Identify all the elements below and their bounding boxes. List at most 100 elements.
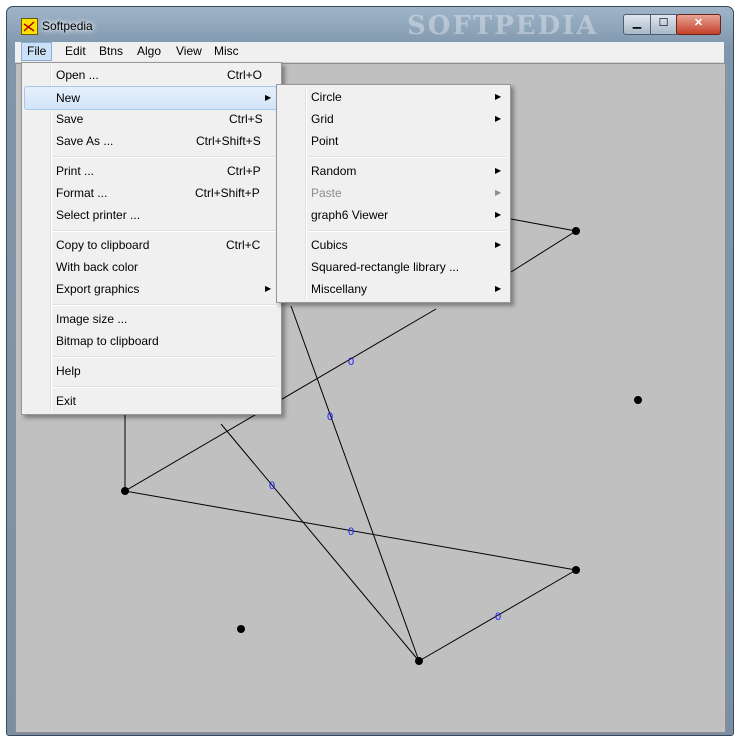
graph-app-icon[interactable] <box>21 18 38 35</box>
graph-vertex <box>634 396 642 404</box>
menu-item-label: Print ... <box>56 164 95 178</box>
menu-item-grid[interactable]: Grid ▶ <box>279 108 506 130</box>
menu-bar: File Edit Btns Algo View Misc <box>15 42 724 63</box>
graph-edge <box>510 218 577 232</box>
menu-item-save[interactable]: Save Ctrl+S <box>24 108 277 130</box>
menu-item-bitmap-clipboard[interactable]: Bitmap to clipboard <box>24 330 277 352</box>
menu-item-help[interactable]: Help <box>24 360 277 382</box>
menu-separator <box>307 156 506 158</box>
menu-separator <box>52 156 277 158</box>
menu-item-select-printer[interactable]: Select printer ... <box>24 204 277 226</box>
menu-separator <box>52 304 277 306</box>
menu-item-label: Random <box>311 164 357 178</box>
menu-item-miscellany[interactable]: Miscellany ▶ <box>279 278 506 300</box>
menu-item-exit[interactable]: Exit <box>24 390 277 412</box>
menu-item-paste[interactable]: Paste ▶ <box>279 182 506 204</box>
menu-item-format[interactable]: Format ... Ctrl+Shift+P <box>24 182 277 204</box>
menu-item-shortcut: Ctrl+S <box>229 112 263 126</box>
menu-item-label: Select printer ... <box>56 208 141 222</box>
menu-separator <box>52 356 277 358</box>
file-menu: Open ... Ctrl+O New ▶ Save Ctrl+S Save A… <box>21 62 282 415</box>
submenu-arrow-icon: ▶ <box>495 166 502 175</box>
menu-item-label: Paste <box>311 186 342 200</box>
menu-item-graph6-viewer[interactable]: graph6 Viewer ▶ <box>279 204 506 226</box>
title-bar[interactable]: Softpedia SOFTPEDIA ▁ ☐ ✕ <box>7 7 733 41</box>
graph-edge <box>510 230 577 273</box>
graph-vertex <box>572 227 580 235</box>
graph-vertex <box>572 566 580 574</box>
menu-item-label: Miscellany <box>311 282 368 296</box>
menu-item-label: With back color <box>56 260 139 274</box>
graph-edge <box>220 423 420 662</box>
menu-item-print[interactable]: Print ... Ctrl+P <box>24 160 277 182</box>
menu-view[interactable]: View <box>171 43 207 60</box>
window-title: Softpedia <box>42 19 93 33</box>
menu-item-label: Image size ... <box>56 312 128 326</box>
menu-item-label: Cubics <box>311 238 348 252</box>
menu-item-copy-clipboard[interactable]: Copy to clipboard Ctrl+C <box>24 234 277 256</box>
menu-item-label: Squared-rectangle library ... <box>311 260 460 274</box>
edge-label: 0 <box>348 526 354 538</box>
graph-vertex <box>121 487 129 495</box>
submenu-arrow-icon: ▶ <box>495 92 502 101</box>
menu-item-label: Circle <box>311 90 342 104</box>
menu-item-new[interactable]: New ▶ <box>24 86 277 110</box>
graph-edge <box>290 305 420 662</box>
menu-item-with-back-color[interactable]: With back color <box>24 256 277 278</box>
menu-item-label: Bitmap to clipboard <box>56 334 159 348</box>
watermark-text: SOFTPEDIA <box>407 11 599 41</box>
menu-item-label: Export graphics <box>56 282 140 296</box>
menu-item-squared-rectangle-library[interactable]: Squared-rectangle library ... <box>279 256 506 278</box>
menu-item-shortcut: Ctrl+P <box>227 164 261 178</box>
submenu-arrow-icon: ▶ <box>495 284 502 293</box>
menu-item-label: Exit <box>56 394 77 408</box>
menu-file[interactable]: File <box>21 42 53 61</box>
submenu-arrow-icon: ▶ <box>495 188 502 197</box>
menu-algo[interactable]: Algo <box>132 43 166 60</box>
menu-item-open[interactable]: Open ... Ctrl+O <box>24 64 277 86</box>
edge-label: 0 <box>495 611 501 623</box>
menu-item-label: New <box>56 91 81 105</box>
menu-item-label: graph6 Viewer <box>311 208 389 222</box>
menu-btns[interactable]: Btns <box>94 43 128 60</box>
menu-item-random[interactable]: Random ▶ <box>279 160 506 182</box>
menu-item-label: Format ... <box>56 186 108 200</box>
menu-separator <box>52 230 277 232</box>
edge-label: 0 <box>348 356 354 368</box>
menu-separator <box>52 386 277 388</box>
menu-item-shortcut: Ctrl+Shift+P <box>195 186 260 200</box>
graph-vertex <box>237 625 245 633</box>
menu-item-circle[interactable]: Circle ▶ <box>279 86 506 108</box>
menu-separator <box>307 230 506 232</box>
menu-item-label: Save As ... <box>56 134 114 148</box>
edge-label: 0 <box>269 480 275 492</box>
menu-item-label: Save <box>56 112 84 126</box>
submenu-arrow-icon: ▶ <box>265 284 272 293</box>
graph-vertex <box>415 657 423 665</box>
menu-item-export-graphics[interactable]: Export graphics ▶ <box>24 278 277 300</box>
submenu-arrow-icon: ▶ <box>495 114 502 123</box>
minimize-button[interactable]: ▁ <box>623 14 651 35</box>
submenu-arrow-icon: ▶ <box>495 240 502 249</box>
menu-misc[interactable]: Misc <box>209 43 244 60</box>
menu-item-shortcut: Ctrl+O <box>227 68 263 82</box>
submenu-arrow-icon: ▶ <box>265 93 272 102</box>
menu-item-label: Help <box>56 364 81 378</box>
close-button[interactable]: ✕ <box>676 14 721 35</box>
submenu-arrow-icon: ▶ <box>495 210 502 219</box>
menu-item-save-as[interactable]: Save As ... Ctrl+Shift+S <box>24 130 277 152</box>
menu-item-label: Point <box>311 134 339 148</box>
menu-item-label: Grid <box>311 112 334 126</box>
menu-item-point[interactable]: Point <box>279 130 506 152</box>
menu-item-image-size[interactable]: Image size ... <box>24 308 277 330</box>
maximize-button[interactable]: ☐ <box>650 14 677 35</box>
edge-label: 0 <box>327 411 333 423</box>
new-submenu: Circle ▶ Grid ▶ Point Random ▶ Paste ▶ g… <box>276 84 511 303</box>
menu-item-cubics[interactable]: Cubics ▶ <box>279 234 506 256</box>
menu-item-shortcut: Ctrl+C <box>226 238 261 252</box>
graph-app-icon-glyph <box>23 21 35 32</box>
menu-item-shortcut: Ctrl+Shift+S <box>196 134 261 148</box>
menu-item-label: Open ... <box>56 68 99 82</box>
menu-edit[interactable]: Edit <box>60 43 91 60</box>
menu-item-label: Copy to clipboard <box>56 238 150 252</box>
